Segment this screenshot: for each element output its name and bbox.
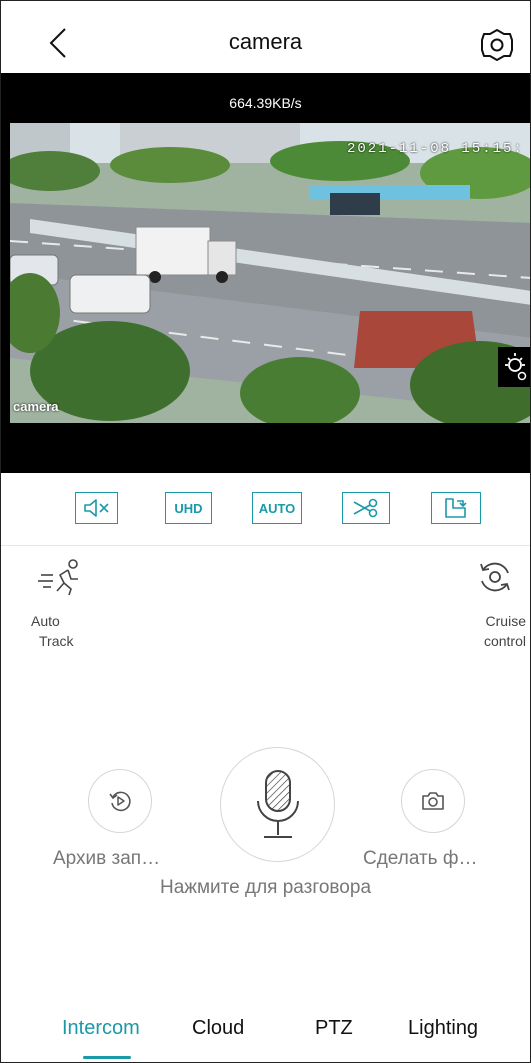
- snapshot-button[interactable]: [401, 769, 465, 833]
- quality-button[interactable]: UHD: [165, 492, 212, 524]
- light-settings-icon: [478, 347, 530, 387]
- bottom-tab-bar: Intercom Cloud PTZ Lighting: [1, 1001, 530, 1062]
- header: camera: [1, 1, 530, 73]
- camera-screen: camera 664.39KB/s 2021-11-08 15:15: came…: [0, 0, 531, 1063]
- replay-icon: [109, 791, 131, 812]
- rotate-screen-button[interactable]: [431, 492, 481, 524]
- auto-track-button[interactable]: [35, 557, 85, 611]
- tab-lighting[interactable]: Lighting: [408, 1017, 478, 1040]
- video-timestamp: 2021-11-08 15:15:: [347, 141, 524, 157]
- camera-icon: [422, 792, 444, 810]
- tab-intercom[interactable]: Intercom: [62, 1017, 140, 1040]
- scissors-icon: [353, 498, 378, 518]
- auto-mode-button[interactable]: AUTO: [252, 492, 302, 524]
- microphone-icon: [256, 769, 299, 838]
- active-tab-indicator: [83, 1056, 131, 1059]
- tab-ptz[interactable]: PTZ: [315, 1017, 353, 1040]
- running-person-icon: [38, 559, 78, 596]
- cruise-control-button[interactable]: [475, 557, 519, 597]
- mute-icon: [83, 499, 109, 517]
- tab-cloud[interactable]: Cloud: [192, 1017, 244, 1040]
- bitrate-readout: 664.39KB/s: [229, 95, 302, 111]
- video-player[interactable]: 664.39KB/s 2021-11-08 15:15: camera: [1, 73, 530, 473]
- cruise-control-label: Cruise control: [456, 611, 526, 651]
- camera-name-overlay: camera: [13, 399, 59, 414]
- mute-button[interactable]: [75, 492, 118, 524]
- archive-button[interactable]: [88, 769, 152, 833]
- auto-track-label-line2: Track: [39, 633, 74, 649]
- screen-rotate-icon: [445, 498, 467, 518]
- archive-label: Архив зап…: [53, 848, 161, 869]
- camera-feed-image: [10, 123, 530, 423]
- camera-feed[interactable]: [10, 123, 530, 423]
- video-toolbar: UHD AUTO: [1, 473, 530, 546]
- settings-gear-icon: [481, 29, 513, 61]
- record-clip-button[interactable]: [342, 492, 390, 524]
- cruise-rotate-icon: [480, 562, 510, 592]
- snapshot-label: Сделать ф…: [363, 848, 478, 869]
- page-title: camera: [228, 29, 303, 54]
- cruise-label-line1: Cruise: [485, 613, 526, 629]
- cruise-label-line2: control: [483, 633, 526, 649]
- light-settings-button[interactable]: [478, 347, 530, 387]
- talk-button[interactable]: [220, 747, 335, 862]
- auto-track-label: Auto Track: [31, 611, 91, 651]
- auto-track-label-line1: Auto: [31, 613, 60, 629]
- talk-hint: Нажмите для разговора: [159, 877, 372, 898]
- settings-button[interactable]: [477, 25, 517, 65]
